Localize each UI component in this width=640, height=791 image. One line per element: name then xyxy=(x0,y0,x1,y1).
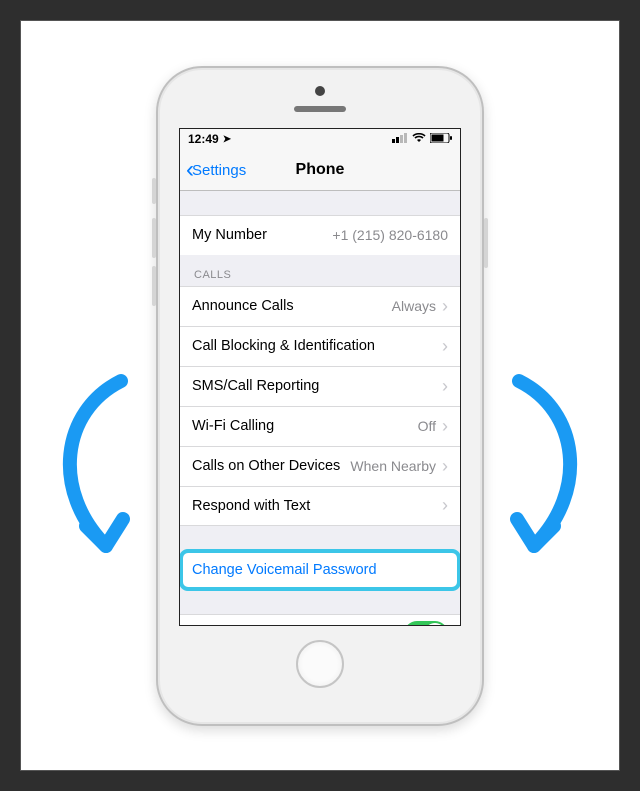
battery-icon xyxy=(430,132,452,146)
location-icon: ➤ xyxy=(223,134,231,145)
status-time: 12:49 xyxy=(188,132,219,146)
row-announce-calls[interactable]: Announce Calls Always › xyxy=(180,286,460,326)
nav-title: Phone xyxy=(296,161,345,179)
annotation-arrow-right xyxy=(479,371,589,571)
row-value: Off xyxy=(418,418,442,434)
toggle-knob xyxy=(424,623,446,625)
my-number-label: My Number xyxy=(192,227,267,243)
wifi-icon xyxy=(412,132,426,146)
speaker-grille xyxy=(294,106,346,112)
row-label: Announce Calls xyxy=(192,298,294,314)
row-label: Wi-Fi Calling xyxy=(192,418,274,434)
chevron-right-icon: › xyxy=(442,296,448,317)
front-camera xyxy=(315,86,325,96)
row-call-blocking[interactable]: Call Blocking & Identification › xyxy=(180,326,460,366)
back-button[interactable]: ‹ Settings xyxy=(186,158,246,182)
phone-device: 12:49 ➤ ‹ xyxy=(156,66,484,726)
status-right xyxy=(392,132,452,146)
row-change-voicemail-password[interactable]: Change Voicemail Password xyxy=(180,550,460,590)
volume-down-button xyxy=(152,266,156,306)
status-bar: 12:49 ➤ xyxy=(180,129,460,151)
row-dial-assist[interactable]: Dial Assist xyxy=(180,614,460,625)
row-label: Respond with Text xyxy=(192,498,310,514)
nav-bar: ‹ Settings Phone xyxy=(180,151,460,191)
power-button xyxy=(484,218,488,268)
image-frame: 12:49 ➤ ‹ xyxy=(20,20,620,771)
row-label: Change Voicemail Password xyxy=(192,562,377,578)
row-wifi-calling[interactable]: Wi-Fi Calling Off › xyxy=(180,406,460,446)
row-value: When Nearby xyxy=(350,458,442,474)
row-label: Calls on Other Devices xyxy=(192,458,340,474)
chevron-right-icon: › xyxy=(442,495,448,516)
screen: 12:49 ➤ ‹ xyxy=(179,128,461,626)
chevron-right-icon: › xyxy=(442,336,448,357)
row-label: Call Blocking & Identification xyxy=(192,338,375,354)
settings-list[interactable]: My Number +1 (215) 820-6180 CALLS Announ… xyxy=(180,191,460,625)
home-button[interactable] xyxy=(296,640,344,688)
chevron-right-icon: › xyxy=(442,416,448,437)
row-my-number[interactable]: My Number +1 (215) 820-6180 xyxy=(180,215,460,255)
chevron-right-icon: › xyxy=(442,376,448,397)
row-value: Always xyxy=(392,298,442,314)
row-other-devices[interactable]: Calls on Other Devices When Nearby › xyxy=(180,446,460,486)
row-respond-text[interactable]: Respond with Text › xyxy=(180,486,460,526)
my-number-value: +1 (215) 820-6180 xyxy=(332,227,448,243)
annotation-arrow-left xyxy=(51,371,161,571)
silent-switch xyxy=(152,178,156,204)
calls-header: CALLS xyxy=(180,255,460,286)
chevron-right-icon: › xyxy=(442,456,448,477)
volume-up-button xyxy=(152,218,156,258)
back-label: Settings xyxy=(192,162,246,179)
row-sms-reporting[interactable]: SMS/Call Reporting › xyxy=(180,366,460,406)
signal-icon xyxy=(392,132,408,146)
row-label: SMS/Call Reporting xyxy=(192,378,319,394)
dial-assist-toggle[interactable] xyxy=(404,621,448,625)
